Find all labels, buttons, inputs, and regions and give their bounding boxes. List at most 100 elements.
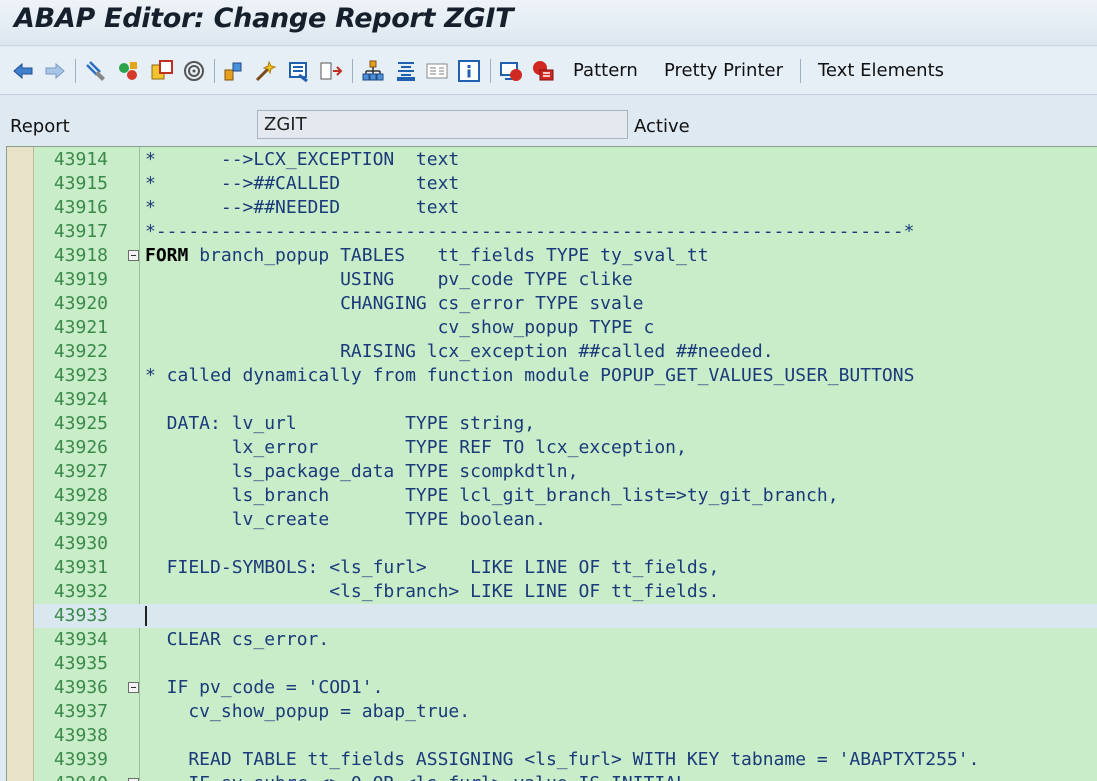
code-line[interactable]: 43921 cv_show_popup TYPE c <box>34 316 1097 340</box>
code-line[interactable]: 43933 <box>34 604 1097 628</box>
line-number: 43922 <box>53 341 108 362</box>
code-line[interactable]: 43937 cv_show_popup = abap_true. <box>34 700 1097 724</box>
line-number: 43935 <box>53 653 108 674</box>
code-text: IF pv_code = 'COD1'. <box>145 677 384 698</box>
line-number: 43924 <box>53 389 108 410</box>
line-number: 43926 <box>53 437 108 458</box>
code-text: ls_package_data TYPE scompkdtln, <box>145 461 579 482</box>
line-number: 43918 <box>53 245 108 266</box>
line-number: 43939 <box>53 749 108 770</box>
code-text: ls_branch TYPE lcl_git_branch_list=>ty_g… <box>145 485 839 506</box>
code-line[interactable]: 43936 IF pv_code = 'COD1'. <box>34 676 1097 700</box>
back-arrow-icon[interactable] <box>11 59 35 83</box>
report-header: Report ZGIT Active <box>0 96 1097 144</box>
code-line[interactable]: 43930 <box>34 532 1097 556</box>
line-number: 43920 <box>53 293 108 314</box>
code-text: * -->LCX_EXCEPTION text <box>145 149 460 170</box>
application-toolbar: Pattern Pretty Printer Text Elements <box>0 47 1097 95</box>
code-line[interactable]: 43926 lx_error TYPE REF TO lcx_exception… <box>34 436 1097 460</box>
code-line[interactable]: 43927 ls_package_data TYPE scompkdtln, <box>34 460 1097 484</box>
forward-arrow-icon[interactable] <box>43 59 67 83</box>
code-editor[interactable]: 43914 * -->LCX_EXCEPTION text 43915 * -->##… <box>6 146 1097 781</box>
code-line[interactable]: 43929 lv_create TYPE boolean. <box>34 508 1097 532</box>
title-bar: ABAP Editor: Change Report ZGIT <box>0 0 1097 46</box>
code-line[interactable]: 43924 <box>34 388 1097 412</box>
report-name-field[interactable]: ZGIT <box>257 110 628 139</box>
line-number: 43933 <box>53 605 108 626</box>
check-icon[interactable] <box>222 59 246 83</box>
code-line[interactable]: 43918 FORM branch_popup TABLES tt_fields … <box>34 244 1097 268</box>
code-line[interactable]: 43932 <ls_fbranch> LIKE LINE OF tt_field… <box>34 580 1097 604</box>
toolbar-separator <box>214 59 215 83</box>
text-elements-button[interactable]: Text Elements <box>818 60 944 81</box>
collapse-block-icon[interactable] <box>128 682 139 693</box>
code-line[interactable]: 43928 ls_branch TYPE lcl_git_branch_list… <box>34 484 1097 508</box>
line-number: 43914 <box>53 149 108 170</box>
test-icon[interactable] <box>287 59 311 83</box>
code-line[interactable]: 43914 * -->LCX_EXCEPTION text <box>34 148 1097 172</box>
text-list-icon[interactable] <box>425 59 449 83</box>
code-keyword: FORM <box>145 245 189 266</box>
code-text: lv_create TYPE boolean. <box>145 509 546 530</box>
other-object-icon[interactable] <box>84 59 108 83</box>
text-cursor <box>145 606 147 626</box>
code-line[interactable]: 43935 <box>34 652 1097 676</box>
code-line[interactable]: 43939 READ TABLE tt_fields ASSIGNING <ls… <box>34 748 1097 772</box>
line-number: 43923 <box>53 365 108 386</box>
code-line[interactable]: 43931 FIELD-SYMBOLS: <ls_furl> LIKE LINE… <box>34 556 1097 580</box>
line-number: 43934 <box>53 629 108 650</box>
code-text: cv_show_popup = abap_true. <box>145 701 471 722</box>
line-number: 43916 <box>53 197 108 218</box>
code-text: USING pv_code TYPE clike <box>145 269 633 290</box>
code-text: FIELD-SYMBOLS: <ls_furl> LIKE LINE OF tt… <box>145 557 720 578</box>
line-number: 43937 <box>53 701 108 722</box>
code-line[interactable]: 43915 * -->##CALLED text <box>34 172 1097 196</box>
window-title: ABAP Editor: Change Report ZGIT <box>14 3 514 34</box>
report-label: Report <box>10 116 70 137</box>
code-line[interactable]: 43923 * called dynamically from function … <box>34 364 1097 388</box>
code-line[interactable]: 43934 CLEAR cs_error. <box>34 628 1097 652</box>
line-number: 43917 <box>53 221 108 242</box>
code-line[interactable]: 43919 USING pv_code TYPE clike <box>34 268 1097 292</box>
activate-icon[interactable] <box>254 59 278 83</box>
info-icon[interactable] <box>457 59 481 83</box>
code-text: DATA: lv_url TYPE string, <box>145 413 536 434</box>
enhance-icon[interactable] <box>394 59 418 83</box>
display-change-icon[interactable] <box>116 59 140 83</box>
line-number: 43930 <box>53 533 108 554</box>
code-text: * -->##NEEDED text <box>145 197 460 218</box>
pattern-button[interactable]: Pattern <box>573 60 638 81</box>
set-session-breakpoint-icon[interactable] <box>531 59 555 83</box>
line-number: 43921 <box>53 317 108 338</box>
object-list-icon[interactable] <box>319 59 343 83</box>
code-line[interactable]: 43938 <box>34 724 1097 748</box>
code-text: FORM branch_popup TABLES tt_fields TYPE … <box>145 245 709 266</box>
navigation-window-icon[interactable] <box>361 59 385 83</box>
line-number: 43931 <box>53 557 108 578</box>
code-line[interactable]: 43920 CHANGING cs_error TYPE svale <box>34 292 1097 316</box>
collapse-block-icon[interactable] <box>128 250 139 261</box>
where-used-icon[interactable] <box>182 59 206 83</box>
pretty-printer-button[interactable]: Pretty Printer <box>664 60 783 81</box>
code-text: READ TABLE tt_fields ASSIGNING <ls_furl>… <box>145 749 980 770</box>
line-number: 43940 <box>34 773 108 781</box>
code-text: IF sy-subrc <> 0 OR <ls_furl>-value IS I… <box>145 773 697 781</box>
code-line[interactable]: 43917 *----------------------------------… <box>34 220 1097 244</box>
line-number: 43925 <box>53 413 108 434</box>
toolbar-separator <box>800 59 801 83</box>
line-number: 43929 <box>53 509 108 530</box>
set-breakpoint-icon[interactable] <box>499 59 523 83</box>
report-status: Active <box>634 116 690 137</box>
code-line[interactable]: 43916 * -->##NEEDED text <box>34 196 1097 220</box>
code-line[interactable]: 43922 RAISING lcx_exception ##called ##n… <box>34 340 1097 364</box>
line-number: 43932 <box>53 581 108 602</box>
code-text: CHANGING cs_error TYPE svale <box>145 293 644 314</box>
line-number: 43928 <box>53 485 108 506</box>
active-inactive-icon[interactable] <box>150 59 174 83</box>
editor-left-margin <box>7 147 34 781</box>
code-line[interactable]: 43940 IF sy-subrc <> 0 OR <ls_furl>-valu… <box>34 772 1097 781</box>
code-line[interactable]: 43925 DATA: lv_url TYPE string, <box>34 412 1097 436</box>
toolbar-separator <box>490 59 491 83</box>
code-text: cv_show_popup TYPE c <box>145 317 655 338</box>
code-text: *---------------------------------------… <box>145 221 915 242</box>
